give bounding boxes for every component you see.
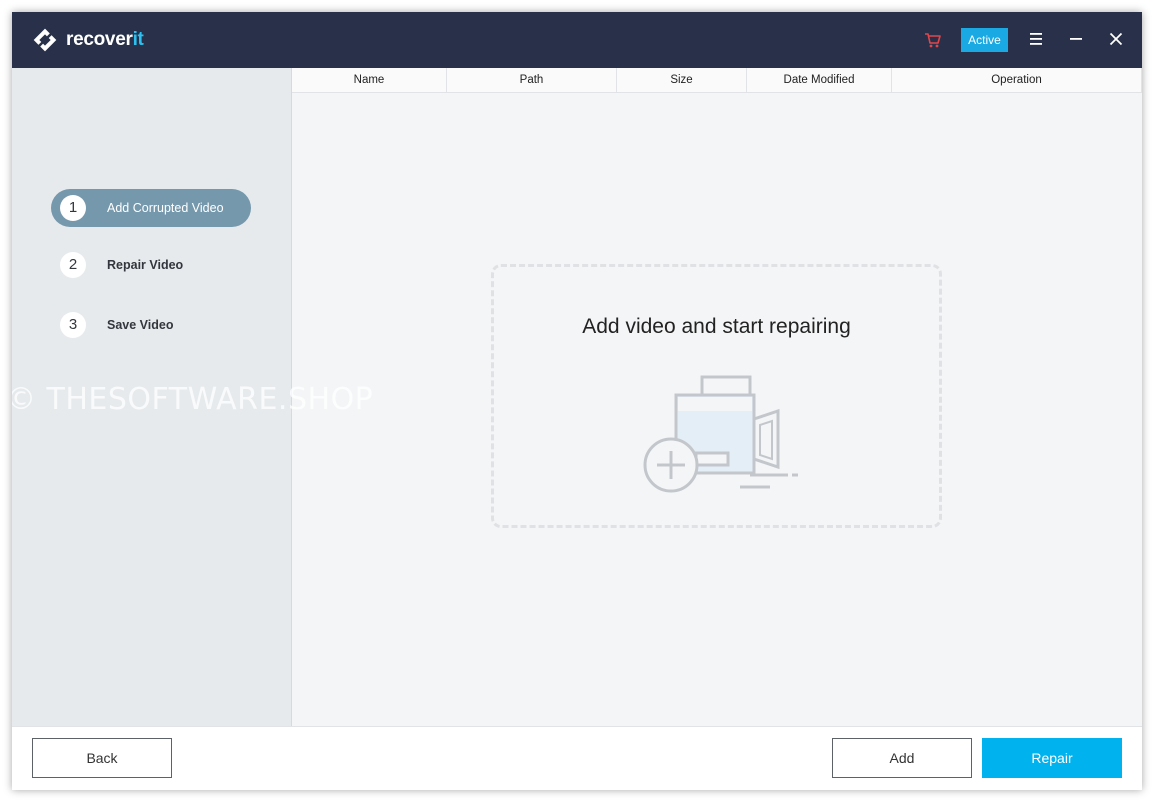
- back-button[interactable]: Back: [32, 738, 172, 778]
- step-add-corrupted-video[interactable]: 1 Add Corrupted Video: [51, 189, 251, 227]
- drop-zone-title: Add video and start repairing: [582, 315, 851, 338]
- column-header-size[interactable]: Size: [617, 68, 747, 92]
- step-number: 1: [60, 195, 86, 221]
- column-header-path[interactable]: Path: [447, 68, 617, 92]
- watermark-text: © THESOFTWARE.SHOP: [12, 382, 374, 417]
- steps-sidebar: 1 Add Corrupted Video 2 Repair Video 3 S…: [12, 68, 373, 726]
- hamburger-menu-icon[interactable]: [1029, 32, 1043, 46]
- add-button[interactable]: Add: [832, 738, 972, 778]
- close-icon[interactable]: [1108, 31, 1124, 47]
- footer-bar: Back Add Repair: [12, 726, 1142, 790]
- add-video-camera-icon[interactable]: [640, 371, 800, 493]
- active-button[interactable]: Active: [961, 28, 1008, 52]
- video-drop-zone[interactable]: Add video and start repairing: [491, 264, 942, 528]
- step-repair-video[interactable]: 2 Repair Video: [51, 246, 251, 284]
- step-number: 2: [60, 252, 86, 278]
- column-header-date-modified[interactable]: Date Modified: [747, 68, 892, 92]
- repair-button[interactable]: Repair: [982, 738, 1122, 778]
- step-label: Add Corrupted Video: [107, 201, 224, 215]
- step-number: 3: [60, 312, 86, 338]
- title-bar: recoverit Active: [12, 12, 1142, 68]
- column-header-name[interactable]: Name: [292, 68, 447, 92]
- recoverit-logo-icon: [33, 28, 57, 52]
- minimize-icon[interactable]: [1069, 32, 1083, 46]
- column-header-operation[interactable]: Operation: [892, 68, 1142, 92]
- file-table-header: Name Path Size Date Modified Operation: [292, 68, 1142, 93]
- shopping-cart-icon[interactable]: [923, 30, 943, 50]
- app-logo: recoverit: [32, 27, 144, 53]
- app-window: recoverit Active 1 Add Corrupted Video 2: [12, 12, 1142, 790]
- app-name: recoverit: [66, 29, 144, 50]
- step-label: Repair Video: [107, 258, 184, 272]
- step-label: Save Video: [107, 318, 174, 332]
- step-save-video[interactable]: 3 Save Video: [51, 306, 251, 344]
